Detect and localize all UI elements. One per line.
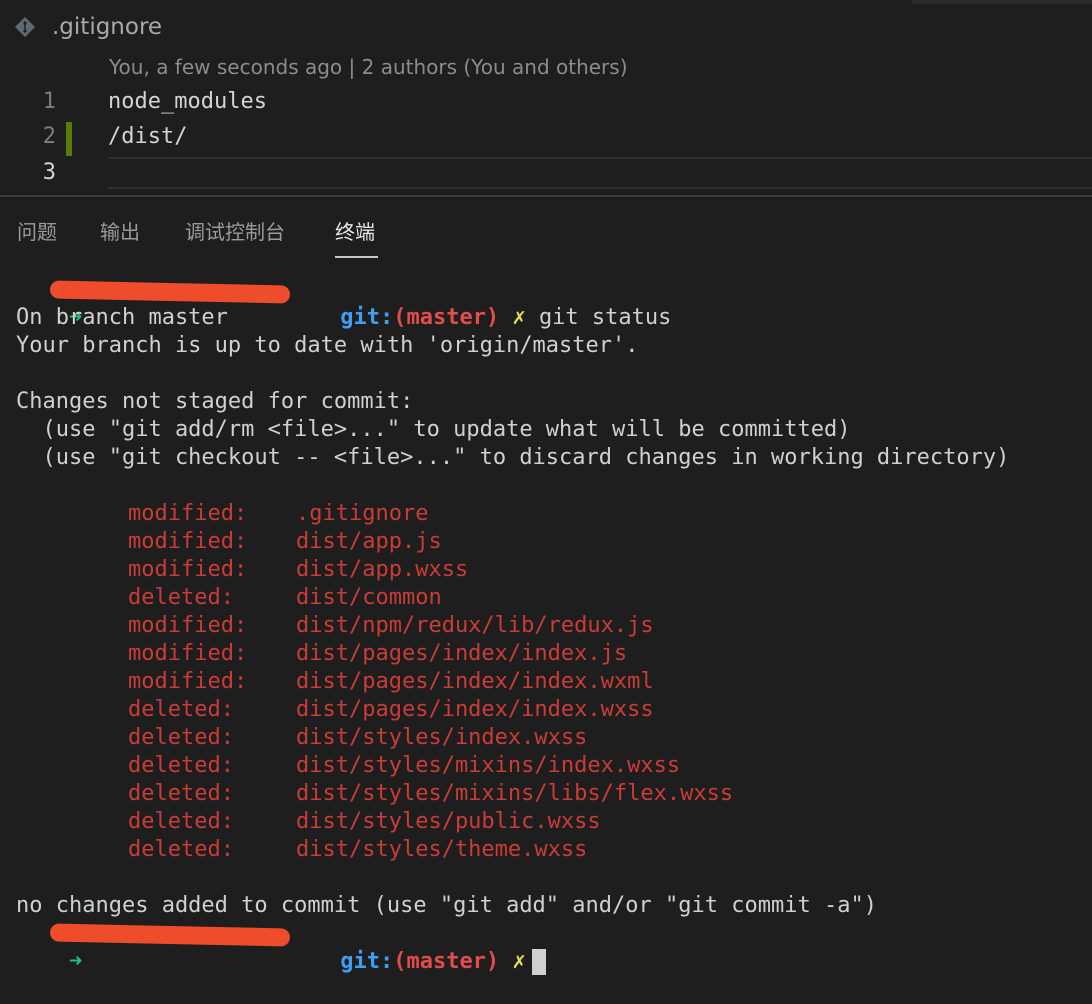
changed-file-row: modified: dist/pages/index/index.js [128, 640, 627, 668]
change-path: dist/styles/index.wxss [296, 725, 588, 750]
tab-output[interactable]: 输出 [100, 205, 140, 261]
prompt-branch: (master) [393, 305, 500, 330]
output-line: Changes not staged for commit: [16, 389, 414, 414]
change-status: modified: [128, 613, 248, 638]
output-line: (use "git checkout -- <file>..." to disc… [16, 445, 1010, 470]
panel-tabs: 问题 输出 调试控制台 终端 [0, 205, 1092, 261]
change-status: deleted: [128, 585, 234, 610]
changed-file-row: modified: dist/pages/index/index.wxml [128, 668, 654, 696]
change-path: dist/styles/public.wxss [296, 809, 601, 834]
dirty-mark-icon: ✗ [512, 949, 526, 974]
panel-divider[interactable] [0, 195, 1092, 197]
change-path: dist/pages/index/index.wxml [296, 669, 654, 694]
output-line: On branch master [16, 305, 228, 330]
git-file-icon [14, 16, 36, 38]
change-path: dist/styles/theme.wxss [296, 837, 588, 862]
changed-file-row: deleted: dist/common [128, 584, 442, 612]
dirty-mark-icon: ✗ [512, 305, 526, 330]
git-change-gutter-marker [66, 122, 72, 156]
editor-top-divider [912, 0, 1092, 4]
active-tab-indicator [335, 256, 378, 258]
changed-file-row: deleted: dist/styles/mixins/index.wxss [128, 752, 680, 780]
code-line-3[interactable]: 3 [0, 155, 1092, 191]
tab-problems[interactable]: 问题 [17, 205, 57, 261]
line-number: 2 [42, 124, 56, 149]
change-status: deleted: [128, 697, 234, 722]
tab-debug-console[interactable]: 调试控制台 [185, 205, 285, 261]
change-path: dist/styles/mixins/libs/flex.wxss [296, 781, 734, 806]
changed-file-row: modified: dist/app.js [128, 528, 442, 556]
code-line-1[interactable]: 1 node_modules [0, 84, 1092, 120]
output-line: (use "git add/rm <file>..." to update wh… [16, 417, 851, 442]
command-text: git status [538, 305, 672, 330]
change-path: dist/app.js [296, 529, 442, 554]
change-status: deleted: [128, 753, 234, 778]
change-status: modified: [128, 501, 248, 526]
prompt-arrow-icon: ➜ [68, 949, 83, 974]
change-status: deleted: [128, 837, 234, 862]
file-name: .gitignore [52, 14, 163, 40]
changed-file-row: deleted: dist/pages/index/index.wxss [128, 696, 654, 724]
code-line-2[interactable]: 2 /dist/ [0, 119, 1092, 156]
terminal-cursor [531, 949, 546, 975]
change-status: deleted: [128, 725, 234, 750]
change-path: dist/app.wxss [296, 557, 469, 582]
changed-file-row: modified: dist/npm/redux/lib/redux.js [128, 612, 654, 640]
change-status: deleted: [128, 781, 234, 806]
changed-file-row: modified: dist/app.wxss [128, 556, 468, 584]
change-status: modified: [128, 529, 248, 554]
change-path: dist/pages/index/index.js [296, 641, 628, 666]
change-path: dist/pages/index/index.wxss [296, 697, 654, 722]
file-tab[interactable]: .gitignore [14, 10, 162, 44]
changed-file-row: modified: .gitignore [128, 500, 428, 528]
change-path: dist/styles/mixins/index.wxss [296, 753, 681, 778]
git-blame-annotation[interactable]: You, a few seconds ago | 2 authors (You … [109, 55, 628, 79]
line-number: 3 [42, 160, 56, 185]
change-status: modified: [128, 669, 248, 694]
prompt-git-label: git: [340, 949, 394, 974]
line-number: 1 [42, 89, 56, 114]
change-path: dist/common [296, 585, 442, 610]
output-line: no changes added to commit (use "git add… [16, 893, 877, 918]
tab-terminal[interactable]: 终端 [335, 205, 375, 261]
prompt-git-label: git: [340, 305, 394, 330]
change-path: dist/npm/redux/lib/redux.js [296, 613, 654, 638]
code-text: node_modules [108, 89, 267, 114]
change-status: modified: [128, 641, 248, 666]
terminal[interactable]: ➜ git:(master) ✗ git status On branch mas… [0, 274, 1092, 996]
changed-file-row: deleted: dist/styles/mixins/libs/flex.wxs… [128, 780, 733, 808]
change-status: modified: [128, 557, 248, 582]
changed-file-row: deleted: dist/styles/index.wxss [128, 724, 587, 752]
code-text: /dist/ [108, 124, 188, 149]
changed-file-row: deleted: dist/styles/theme.wxss [128, 836, 587, 864]
changed-file-row: deleted: dist/styles/public.wxss [128, 808, 601, 836]
change-status: deleted: [128, 809, 234, 834]
output-line: Your branch is up to date with 'origin/m… [16, 333, 639, 358]
editor: .gitignore You, a few seconds ago | 2 au… [0, 0, 1092, 196]
change-path: .gitignore [296, 501, 429, 526]
prompt-branch: (master) [393, 949, 500, 974]
